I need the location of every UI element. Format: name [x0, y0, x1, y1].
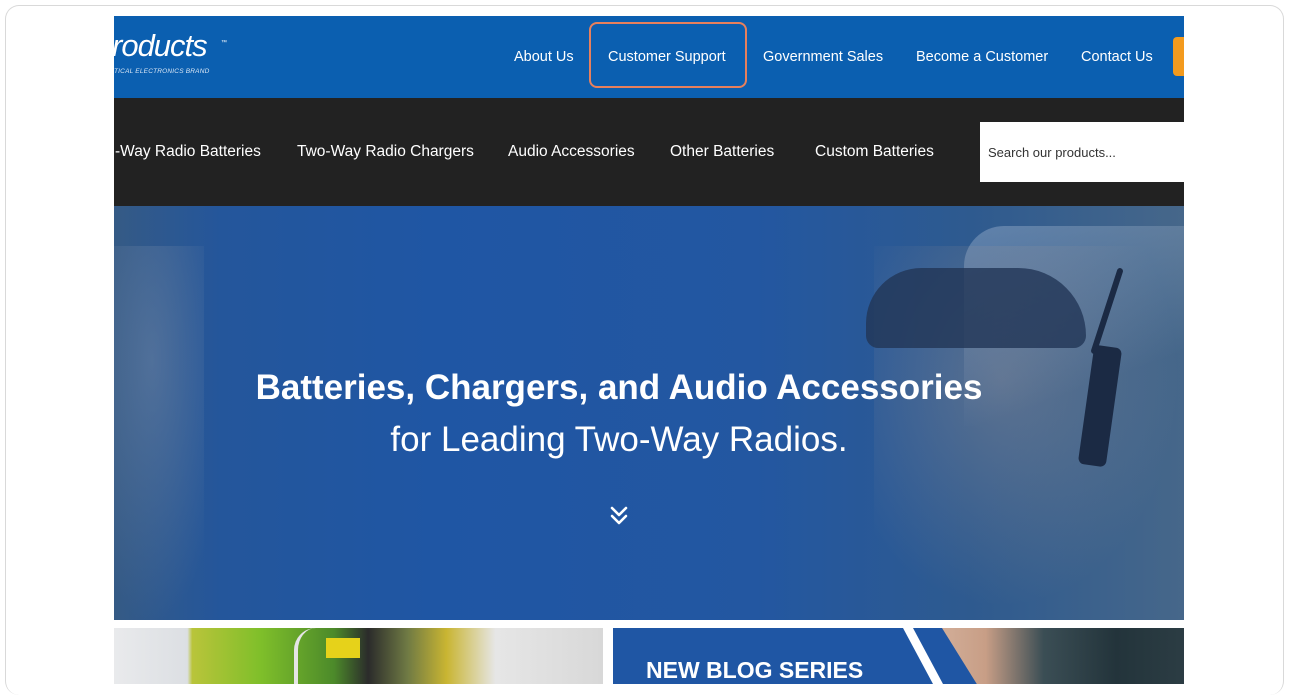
nav-government-sales[interactable]: Government Sales	[763, 48, 883, 66]
hero-photo-cap	[866, 268, 1086, 348]
category-two-way-radio-batteries[interactable]: -Way Radio Batteries	[115, 143, 261, 161]
category-custom-batteries[interactable]: Custom Batteries	[815, 143, 934, 161]
promo-tile-blog[interactable]: NEW BLOG SERIES	[613, 628, 1184, 684]
page-viewport: roducts ™ TICAL ELECTRONICS BRAND About …	[114, 16, 1184, 684]
hero-title: Batteries, Chargers, and Audio Accessori…	[255, 368, 983, 407]
category-audio-accessories[interactable]: Audio Accessories	[508, 143, 635, 161]
promo-tile-products[interactable]	[114, 628, 603, 684]
cta-button[interactable]	[1173, 37, 1184, 76]
promo-photo-cable	[294, 628, 316, 684]
search-input[interactable]	[980, 122, 1184, 182]
category-nav: -Way Radio Batteries Two-Way Radio Charg…	[114, 98, 1184, 206]
hero-banner: Batteries, Chargers, and Audio Accessori…	[114, 206, 1184, 620]
hero-subtitle: for Leading Two-Way Radios.	[390, 420, 848, 459]
blog-series-title: NEW BLOG SERIES	[646, 657, 864, 683]
nav-about-us[interactable]: About Us	[514, 48, 574, 66]
nav-become-a-customer[interactable]: Become a Customer	[916, 48, 1048, 66]
promo-divider-stripe	[903, 628, 943, 684]
promo-photo-charger	[326, 638, 360, 658]
double-chevron-down-icon[interactable]	[607, 504, 631, 528]
customer-support-highlight	[589, 22, 747, 88]
nav-contact-us[interactable]: Contact Us	[1081, 48, 1153, 66]
promo-photo-hand	[942, 628, 1184, 684]
category-two-way-radio-chargers[interactable]: Two-Way Radio Chargers	[297, 143, 474, 161]
top-header: roducts ™ TICAL ELECTRONICS BRAND About …	[114, 16, 1184, 98]
category-other-batteries[interactable]: Other Batteries	[670, 143, 774, 161]
